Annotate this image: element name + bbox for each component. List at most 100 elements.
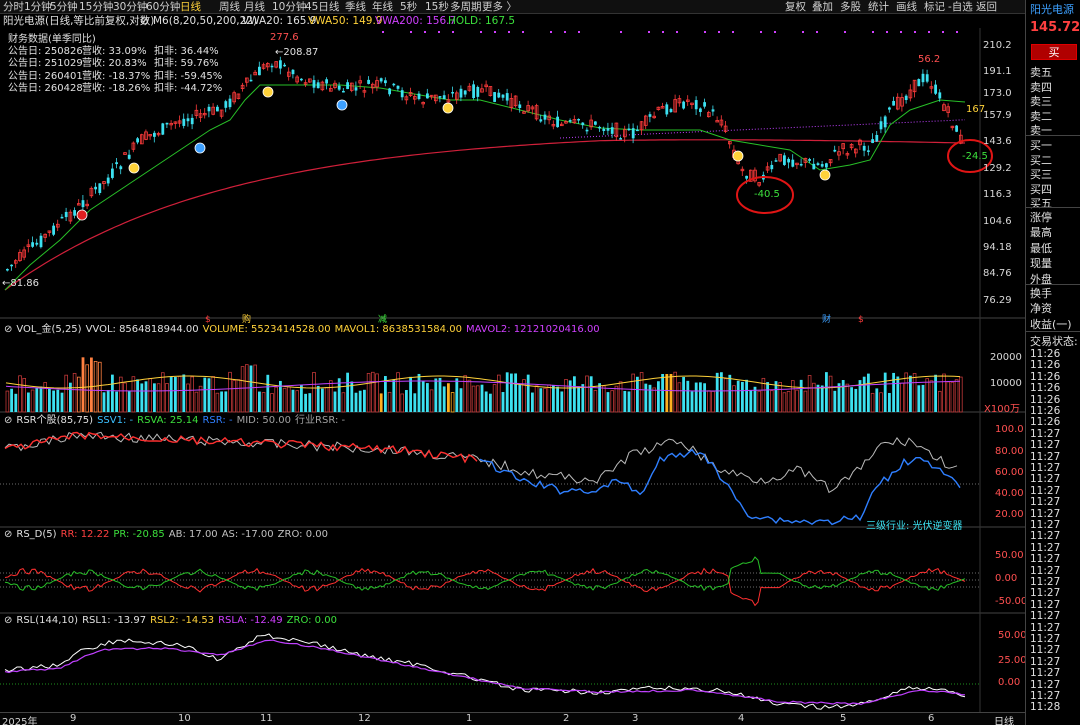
signal-dot [886,31,888,33]
vwa200-label: VWA200: 156.7 [375,15,457,27]
toolbar-item[interactable]: 复权 [785,0,806,14]
close-icon[interactable]: ⊘ [4,415,12,426]
volume-bar [707,390,711,413]
period-tab[interactable]: 更多 〉 [482,0,517,14]
buy-level[interactable]: 买三 [1030,166,1052,182]
period-tab[interactable]: 5秒 [400,0,417,14]
volume-bar [304,393,307,412]
price-tick: 143.6 [983,136,1012,147]
signal-dot [718,31,720,33]
toolbar-item[interactable]: 标记 [924,0,945,14]
vwa20-label: VWA20: 165.9 [242,15,317,27]
candle-down [463,90,467,95]
volume-bar [111,374,114,412]
side-stock-name[interactable]: 阳光电源 [1030,1,1074,17]
rsr-tick: 100.0 [995,424,1024,435]
tick-time: 11:26 [1030,382,1061,395]
toolbar-item[interactable]: -自选 [948,0,973,14]
volume-bar [333,391,337,412]
financial-row: 公告日: 250826营收: 33.09% 扣非: 36.44% [8,46,219,58]
price-tick: 210.2 [983,40,1012,51]
volume-bar [10,388,13,412]
volume-bar [379,393,383,412]
date-tick: 9 [70,713,77,724]
volume-bar [186,383,190,413]
signal-dot [662,31,664,33]
rsr-tick: 20.00 [995,509,1024,520]
period-tab[interactable]: 分时 [3,0,24,14]
period-tab[interactable]: 年线 [372,0,393,14]
period-tab[interactable]: 15分钟 [79,0,113,14]
period-tab[interactable]: 日线 [180,0,201,14]
volume-bar [253,364,258,413]
signal-icon [819,169,831,181]
stat-label: 换手 [1030,287,1052,300]
sell-level[interactable]: 卖五 [1030,64,1052,80]
candle-down [627,128,631,131]
signal-dot [438,31,440,33]
sell-level[interactable]: 卖三 [1030,93,1052,109]
volume-bar [492,384,497,413]
buy-level[interactable]: 买二 [1030,152,1052,168]
volume-bar [300,384,303,412]
period-tab[interactable]: 15秒 [425,0,449,14]
quote-side-panel: 阳光电源 145.72 买 卖五 卖四 卖三 卖二 卖一 买一 买二 买三 买四 买五 涨停 最高 最低… [1025,0,1080,725]
sell-level[interactable]: 卖二 [1030,108,1052,124]
period-tab[interactable]: 30分钟 [113,0,147,14]
volume-bar [631,373,635,413]
close-icon[interactable]: ⊘ [4,615,12,626]
close-icon[interactable]: ⊘ [4,324,12,335]
candle-down [451,92,454,94]
candle-down [631,128,635,139]
period-tab[interactable]: 60分钟 [146,0,180,14]
period-tab[interactable]: 5分钟 [50,0,78,14]
signal-dot [522,31,524,33]
candle-down [808,159,811,161]
volume-bar [321,388,324,412]
toolbar-item[interactable]: 统计 [868,0,889,14]
volume-bar [240,366,245,413]
period-tab[interactable]: 季线 [345,0,366,14]
volume-bar [912,373,917,413]
volume-bar [602,385,606,413]
candle-down [224,101,228,108]
volume-bar [547,384,551,413]
rsr-blue-line [479,448,961,526]
period-tab[interactable]: 45日线 [305,0,339,14]
financial-row: 公告日: 251029营收: 20.83% 扣非: 59.76% [8,58,219,70]
period-tab[interactable]: 月线 [244,0,265,14]
period-tab[interactable]: 多周期 [450,0,482,14]
volume-bar [409,376,412,412]
candle-down [694,100,698,110]
chevron-down-icon[interactable]: ⊘ [140,14,149,28]
hold-label: HOLD: 167.5 [448,15,516,27]
period-tab[interactable]: 10分钟 [272,0,306,14]
period-tab[interactable]: 周线 [219,0,240,14]
period-tab[interactable]: 1分钟 [24,0,52,14]
candle-down [354,87,358,91]
toolbar-item[interactable]: 返回 [976,0,997,14]
buy-level[interactable]: 买四 [1030,181,1052,197]
volume-bar [803,390,808,413]
candle-down [111,168,114,178]
candle-down [94,186,97,190]
candle-down [501,94,505,98]
kline-chart[interactable]: $ 购减财 $ [0,28,1025,712]
toolbar-item[interactable]: 多股 [840,0,861,14]
candle-down [300,78,303,81]
signal-icon [442,102,454,114]
rsd-tick: 50.00 [995,550,1024,561]
vol-unit: X100万 [984,404,1020,415]
toolbar-item[interactable]: 画线 [896,0,917,14]
high-label: 277.6 [270,32,299,43]
buy-button[interactable]: 买 [1031,44,1077,60]
volume-bar [850,387,853,412]
sell-level[interactable]: 卖四 [1030,79,1052,95]
close-icon[interactable]: ⊘ [4,529,12,540]
vol-panel-title: ⊘ VOL_金(5,25) VVOL: 8564818944.00 VOLUME: 5… [4,324,600,335]
toolbar-item[interactable]: 叠加 [812,0,833,14]
buy-level[interactable]: 买一 [1030,137,1052,153]
signal-dot [760,31,762,33]
volume-bar [568,380,572,412]
volume-bar [534,385,539,413]
